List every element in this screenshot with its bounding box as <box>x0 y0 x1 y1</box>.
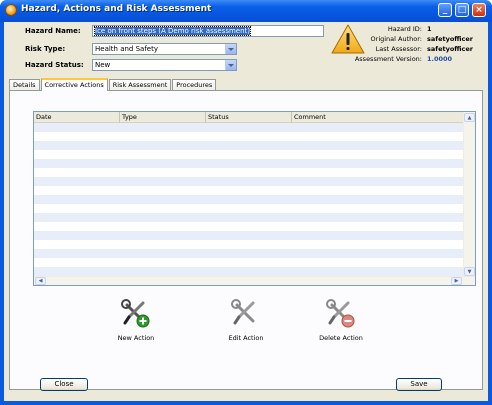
dialog-window: Hazard, Actions and Risk Assessment _ □ … <box>0 0 492 405</box>
minimize-button[interactable]: _ <box>438 3 452 17</box>
horizontal-scrollbar[interactable]: ◀ ▶ <box>34 276 475 285</box>
hazard-status-dropdown-arrow-icon[interactable] <box>225 60 236 70</box>
title-bar[interactable]: Hazard, Actions and Risk Assessment _ □ … <box>0 0 492 22</box>
hazard-name-value: Ice on front steps (A Demo risk assessme… <box>93 26 252 36</box>
close-window-button[interactable]: × <box>472 3 486 17</box>
hazard-name-input[interactable]: Ice on front steps (A Demo risk assessme… <box>92 25 324 37</box>
corrective-actions-panel: Date Type Status Comment ▲ ▼ ◀ ▶ New Act… <box>9 90 483 390</box>
app-icon <box>5 4 17 16</box>
table-header: Date Type Status Comment <box>34 112 464 123</box>
scroll-right-icon[interactable]: ▶ <box>451 277 462 285</box>
column-header-date[interactable]: Date <box>34 112 120 123</box>
original-author-value: safetyofficer <box>427 35 474 43</box>
hazard-id-value: 1 <box>427 25 432 33</box>
tab-corrective-actions[interactable]: Corrective Actions <box>40 78 108 91</box>
risk-type-dropdown-arrow-icon[interactable] <box>225 44 236 54</box>
hazard-status-select[interactable]: New <box>92 59 237 71</box>
corrective-actions-table[interactable]: Date Type Status Comment ▲ ▼ ◀ ▶ <box>33 111 476 286</box>
delete-action-tools-icon <box>326 299 355 328</box>
vertical-scrollbar[interactable]: ▲ ▼ <box>463 112 475 277</box>
risk-type-label: Risk Type: <box>25 45 66 53</box>
hazard-id-label: Hazard ID: <box>387 25 422 33</box>
scroll-down-icon[interactable]: ▼ <box>464 267 475 276</box>
column-header-status[interactable]: Status <box>206 112 292 123</box>
last-assessor-value: safetyofficer <box>427 45 474 53</box>
delete-action-button[interactable]: Delete Action <box>306 299 376 342</box>
last-assessor-label: Last Assessor: <box>375 45 422 53</box>
hazard-name-label: Hazard Name: <box>25 27 81 35</box>
edit-action-tools-icon <box>231 299 255 325</box>
risk-type-select[interactable]: Health and Safety <box>92 43 237 55</box>
maximize-button[interactable]: □ <box>455 3 469 17</box>
new-action-tools-icon <box>121 299 150 328</box>
new-action-label: New Action <box>117 334 155 342</box>
close-button[interactable]: Close <box>40 378 88 391</box>
save-button[interactable]: Save <box>396 378 442 391</box>
assessment-version-label: Assessment Version: <box>354 55 422 63</box>
window-title: Hazard, Actions and Risk Assessment <box>21 4 212 14</box>
scroll-up-icon[interactable]: ▲ <box>464 113 475 122</box>
column-header-comment[interactable]: Comment <box>292 112 464 123</box>
dialog-body: Hazard Name: Ice on front steps (A Demo … <box>4 22 488 401</box>
delete-action-label: Delete Action <box>319 334 363 342</box>
new-action-button[interactable]: New Action <box>101 299 171 342</box>
column-header-type[interactable]: Type <box>120 112 206 123</box>
risk-type-value: Health and Safety <box>95 45 158 53</box>
hazard-status-value: New <box>95 61 111 69</box>
original-author-label: Original Author: <box>370 35 422 43</box>
assessment-version-value: 1.0000 <box>427 55 453 63</box>
table-body[interactable] <box>34 123 464 277</box>
edit-action-label: Edit Action <box>228 334 264 342</box>
edit-action-button[interactable]: Edit Action <box>211 299 281 342</box>
hazard-status-label: Hazard Status: <box>25 61 84 69</box>
scroll-left-icon[interactable]: ◀ <box>35 277 46 285</box>
